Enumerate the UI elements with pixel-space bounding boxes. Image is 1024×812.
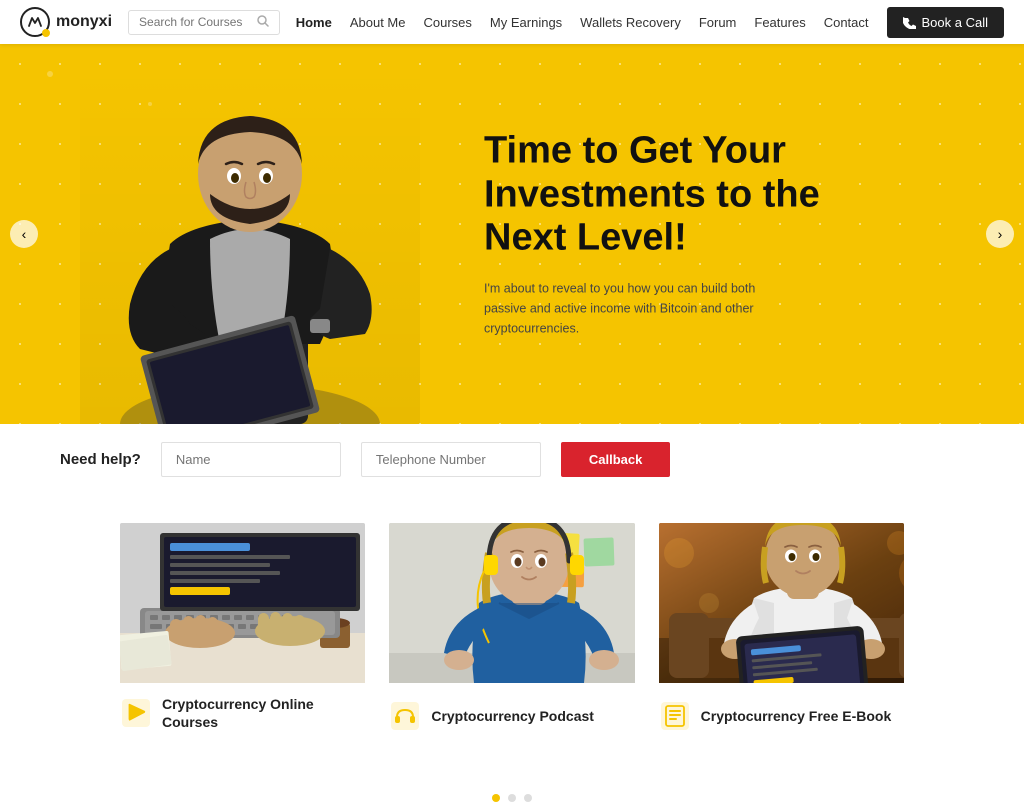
help-label: Need help? [60,451,141,468]
hero-section: ‹ Time to Get Your Investments to the Ne… [0,44,1024,424]
phone-input[interactable] [361,442,541,477]
ebook-image-svg [659,523,904,683]
search-bar[interactable] [128,10,280,35]
card-title-ebook: Cryptocurrency Free E-Book [701,707,892,725]
card-title-courses: Cryptocurrency Online Courses [162,695,365,731]
logo[interactable]: monyxi [20,7,112,37]
indicator-dot-1[interactable] [492,794,500,802]
nav-forum[interactable]: Forum [699,15,737,30]
card-image-podcast [389,523,634,688]
hero-subtitle: I'm about to reveal to you how you can b… [484,279,784,339]
nav-courses[interactable]: Courses [424,15,472,30]
card-image-courses [120,523,365,683]
nav-features[interactable]: Features [754,15,805,30]
hero-prev-button[interactable]: ‹ [10,220,38,248]
cards-section: Cryptocurrency Online Courses [60,495,964,778]
name-input[interactable] [161,442,341,477]
phone-icon [903,16,916,29]
search-input[interactable] [139,15,251,29]
nav-home[interactable]: Home [296,15,332,30]
podcast-image-svg [389,523,634,683]
card-ebook: Cryptocurrency Free E-Book [659,523,904,738]
card-title-podcast: Cryptocurrency Podcast [431,707,594,725]
courses-image-svg [120,523,365,683]
prev-arrow-icon: ‹ [22,226,27,242]
indicator-dot-2[interactable] [508,794,516,802]
card-footer-courses: Cryptocurrency Online Courses [120,683,365,737]
section-indicator [60,778,964,802]
card-footer-ebook: Cryptocurrency Free E-Book [659,688,904,738]
nav-wallets[interactable]: Wallets Recovery [580,15,681,30]
brand-name: monyxi [56,13,112,31]
nav-links: Home About Me Courses My Earnings Wallet… [296,7,1004,38]
book-call-label: Book a Call [922,15,988,30]
card-footer-podcast: Cryptocurrency Podcast [389,688,634,738]
book-icon [659,700,691,732]
book-call-button[interactable]: Book a Call [887,7,1004,38]
nav-contact[interactable]: Contact [824,15,869,30]
logo-icon [20,7,50,37]
card-podcast: Cryptocurrency Podcast [389,523,634,738]
person-illustration [110,64,390,424]
indicator-dot-3[interactable] [524,794,532,802]
hero-content: Time to Get Your Investments to the Next… [484,129,904,338]
hero-next-button[interactable]: › [986,220,1014,248]
help-section: Need help? Callback [0,424,1024,495]
card-image-ebook [659,523,904,688]
search-icon [257,15,269,30]
nav-about[interactable]: About Me [350,15,406,30]
hero-person [80,64,420,424]
navbar: monyxi Home About Me Courses My Earnings… [0,0,1024,44]
play-icon [120,697,152,729]
headphones-icon [389,700,421,732]
card-courses: Cryptocurrency Online Courses [120,523,365,738]
next-arrow-icon: › [998,226,1003,242]
callback-button[interactable]: Callback [561,442,670,477]
nav-earnings[interactable]: My Earnings [490,15,562,30]
hero-title: Time to Get Your Investments to the Next… [484,129,904,260]
